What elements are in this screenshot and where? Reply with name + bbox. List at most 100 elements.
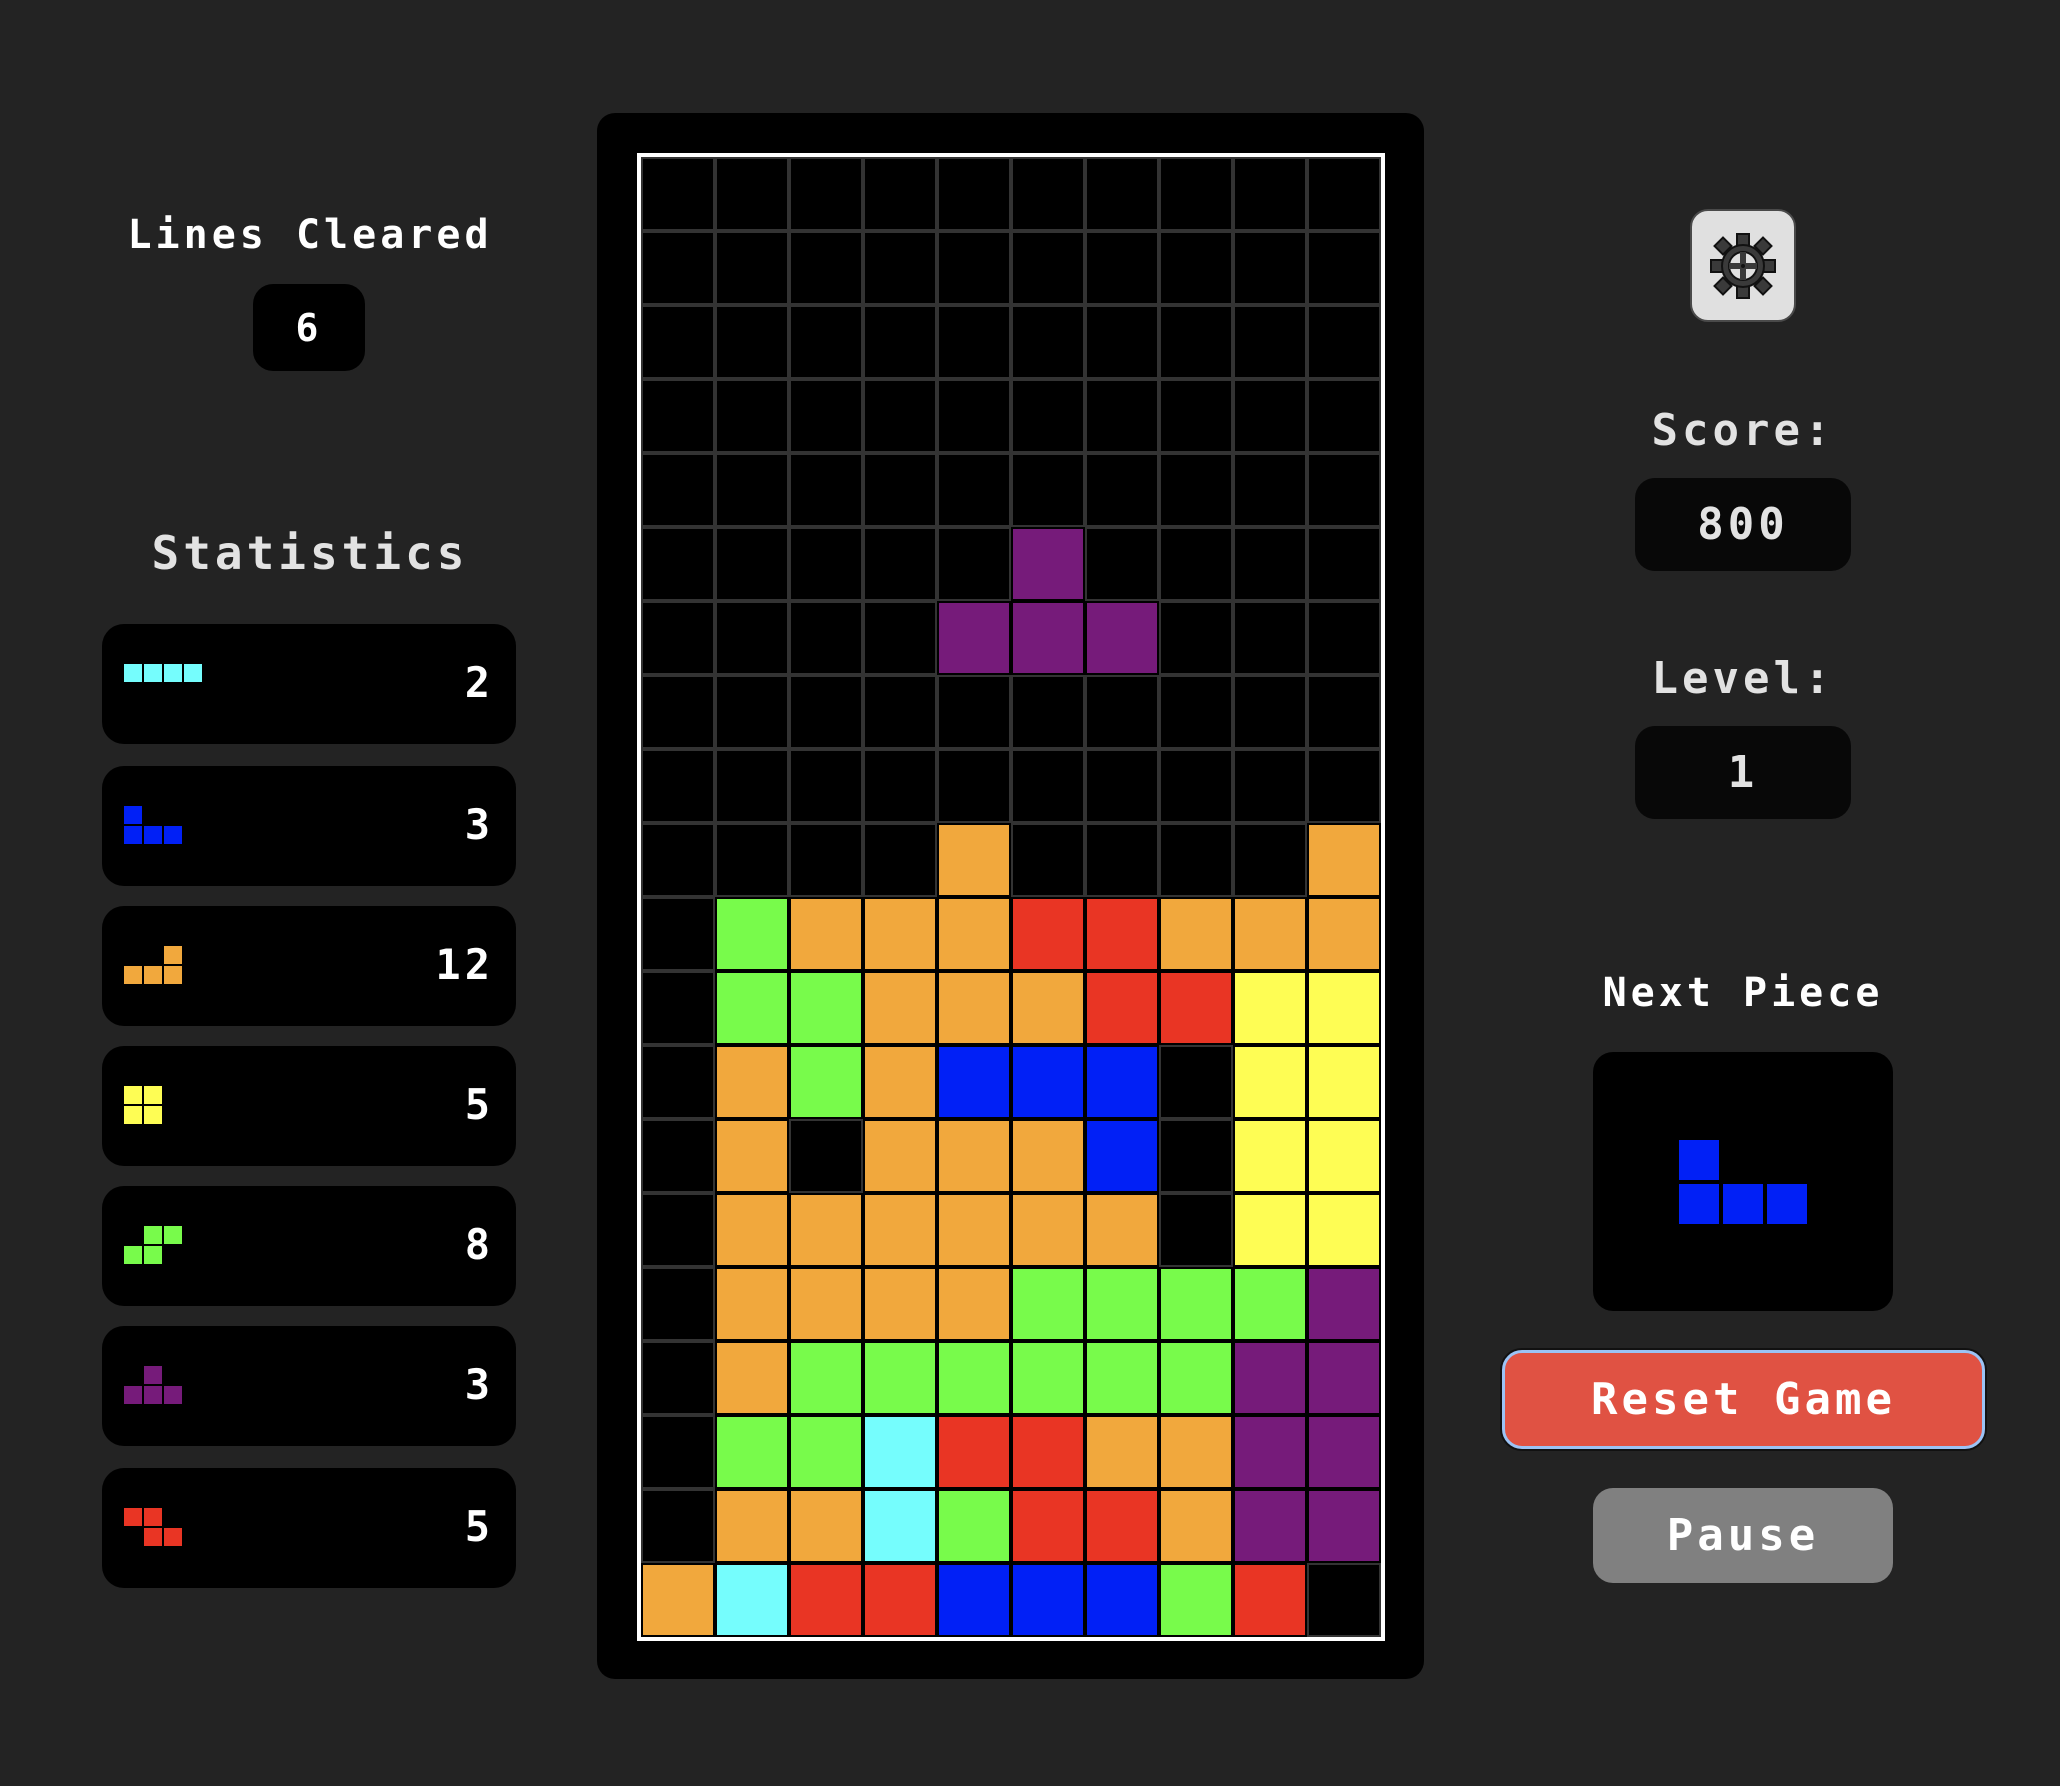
board-block [1307, 1267, 1381, 1341]
board-block [1085, 1489, 1159, 1563]
board-block [1233, 1045, 1307, 1119]
board-cell-empty [1307, 231, 1381, 305]
mini-block [144, 1508, 162, 1526]
board-cell-empty [1307, 527, 1381, 601]
board-block [789, 1341, 863, 1415]
mini-block [124, 664, 142, 682]
board-cell-empty [1085, 157, 1159, 231]
mini-block [164, 1386, 182, 1404]
lines-cleared-value: 6 [253, 284, 365, 371]
board-cell-empty [641, 823, 715, 897]
o-piece-icon [124, 1086, 204, 1146]
board-cell-empty [641, 1267, 715, 1341]
stat-card-o: 5 [102, 1046, 516, 1166]
board-cell-empty [1011, 305, 1085, 379]
mini-block [124, 1386, 142, 1404]
board-block [1159, 1341, 1233, 1415]
board-block [1085, 1193, 1159, 1267]
level-label: Level: [1651, 653, 1835, 704]
board-cell-empty [789, 823, 863, 897]
board-cell-empty [715, 157, 789, 231]
board-block [863, 897, 937, 971]
board-block [789, 1193, 863, 1267]
stat-count: 5 [464, 1080, 494, 1129]
pause-button[interactable]: Pause [1593, 1488, 1893, 1583]
board-block [863, 1119, 937, 1193]
game-board[interactable] [637, 153, 1385, 1641]
board-block [1159, 1563, 1233, 1637]
board-cell-empty [789, 601, 863, 675]
board-block [1307, 1415, 1381, 1489]
mini-block [144, 966, 162, 984]
board-block [789, 1563, 863, 1637]
board-cell-empty [1085, 453, 1159, 527]
score-value: 800 [1635, 478, 1851, 571]
board-cell-empty [863, 379, 937, 453]
board-cell-empty [863, 305, 937, 379]
board-block [937, 1119, 1011, 1193]
z-piece-icon [124, 1508, 204, 1568]
lines-cleared-label: Lines Cleared [127, 212, 493, 258]
board-cell-empty [1159, 1119, 1233, 1193]
board-cell-empty [1159, 527, 1233, 601]
settings-button[interactable] [1690, 209, 1796, 322]
board-cell-empty [789, 749, 863, 823]
board-block [1233, 1563, 1307, 1637]
board-block [715, 897, 789, 971]
mini-block [124, 966, 142, 984]
board-block [937, 601, 1011, 675]
mini-block [124, 1086, 142, 1104]
mini-block [164, 1528, 182, 1546]
board-cell-empty [863, 601, 937, 675]
board-cell-empty [937, 231, 1011, 305]
board-cell-empty [1085, 823, 1159, 897]
board-block [1011, 1563, 1085, 1637]
stat-card-t: 3 [102, 1326, 516, 1446]
stat-count: 8 [464, 1220, 494, 1269]
mini-block [124, 1508, 142, 1526]
board-block [789, 897, 863, 971]
board-block [715, 1563, 789, 1637]
mini-block [144, 1366, 162, 1384]
stat-card-z: 5 [102, 1468, 516, 1588]
board-block [1307, 1489, 1381, 1563]
board-cell-empty [1233, 823, 1307, 897]
board-block [1011, 1489, 1085, 1563]
stat-count: 3 [464, 1360, 494, 1409]
board-cell-empty [863, 527, 937, 601]
board-block [789, 971, 863, 1045]
board-block [863, 1489, 937, 1563]
j-piece-icon [124, 806, 204, 866]
board-cell-empty [715, 601, 789, 675]
board-block [1233, 1267, 1307, 1341]
mini-block [124, 826, 142, 844]
board-block [1307, 1119, 1381, 1193]
board-block [937, 823, 1011, 897]
board-cell-empty [863, 675, 937, 749]
board-cell-empty [863, 453, 937, 527]
board-block [1307, 897, 1381, 971]
board-block [863, 1267, 937, 1341]
board-cell-empty [641, 1119, 715, 1193]
board-block [937, 1563, 1011, 1637]
board-block [715, 1267, 789, 1341]
board-block [715, 1489, 789, 1563]
board-block [937, 897, 1011, 971]
board-block [863, 1045, 937, 1119]
board-block [937, 1489, 1011, 1563]
score-label: Score: [1651, 405, 1835, 456]
board-cell-empty [1159, 379, 1233, 453]
next-piece-block [1679, 1183, 1719, 1224]
board-cell-empty [1011, 379, 1085, 453]
stat-count: 12 [435, 940, 494, 989]
board-cell-empty [641, 305, 715, 379]
reset-game-button[interactable]: Reset Game [1502, 1350, 1985, 1449]
mini-block [144, 1106, 162, 1124]
board-cell-empty [1011, 453, 1085, 527]
mini-block [124, 1246, 142, 1264]
board-cell-empty [937, 305, 1011, 379]
board-cell-empty [1159, 1193, 1233, 1267]
board-cell-empty [715, 379, 789, 453]
board-cell-empty [715, 675, 789, 749]
board-cell-empty [715, 305, 789, 379]
